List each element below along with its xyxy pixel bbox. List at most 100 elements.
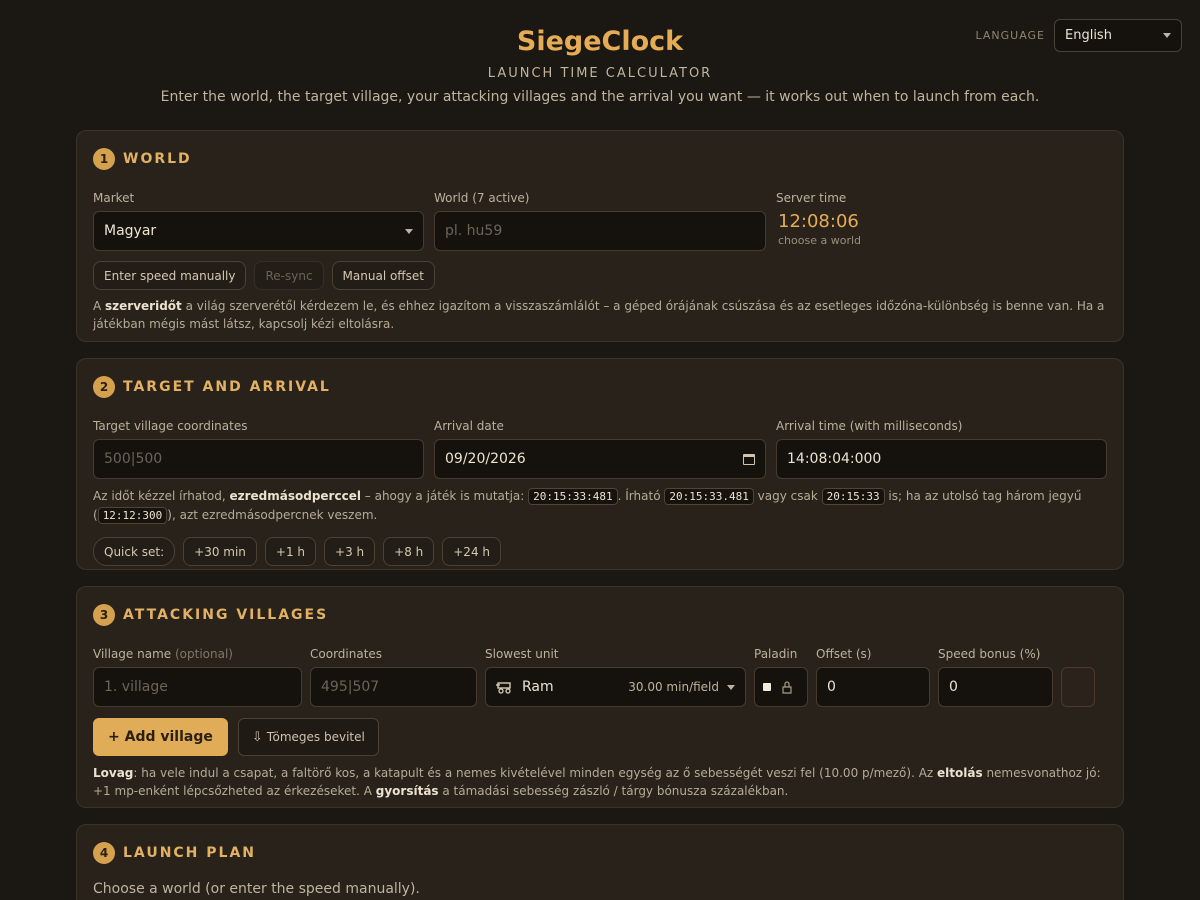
target-card-header: 2 TARGET AND ARRIVAL [93,375,1107,399]
quick-set-3h-button[interactable]: +3 h [324,537,376,566]
bulk-input-button[interactable]: ⇩ Tömeges bevitel [237,718,379,756]
speed-bonus-input[interactable]: 0 [938,667,1053,707]
note-bold: Lovag [93,766,134,780]
plan-card-header: 4 LAUNCH PLAN [93,841,1107,865]
note-text: a támadási sebesség zászló / tárgy bónus… [438,784,789,798]
paladin-icon [782,680,792,694]
unit-value: Ram [522,679,554,695]
arrival-date-label: Arrival date [434,419,504,433]
attack-note: Lovag: ha vele indul a csapat, a faltörő… [93,764,1107,800]
enter-speed-button[interactable]: Enter speed manually [93,261,247,290]
quick-set-8h-button[interactable]: +8 h [383,537,435,566]
offset-label: Offset (s) [816,647,872,661]
note-bold: ezredmásodperccel [229,489,361,503]
paladin-toggle[interactable] [754,667,808,707]
plan-card: 4 LAUNCH PLAN Choose a world (or enter t… [76,824,1124,900]
time-format-note: Az időt kézzel írhatod, ezredmásodpercce… [93,487,1107,525]
offset-input[interactable]: 0 [816,667,930,707]
target-coords-input[interactable]: 500|500 [93,439,424,479]
note-text: – ahogy a játék is mutatja: [360,489,529,503]
step-number: 3 [93,604,115,626]
note-bold: gyorsítás [375,784,439,798]
world-card-header: 1 WORLD [93,147,1107,171]
remove-village-button[interactable] [1061,667,1095,707]
world-label: World (7 active) [434,191,530,205]
page-header: SiegeClock LAUNCH TIME CALCULATOR Enter … [0,0,1200,105]
quick-set-label: Quick set: [93,537,176,566]
calendar-icon[interactable] [743,453,755,465]
add-village-button[interactable]: + Add village [93,718,228,756]
target-coords-label: Target village coordinates [93,419,248,433]
step-number: 4 [93,842,115,864]
step-number: 1 [93,148,115,170]
arrival-time-input[interactable]: 14:08:04:000 [776,439,1107,479]
note-bold: szerveridőt [105,299,182,313]
note-bold: eltolás [937,766,983,780]
format-example: 20:15:33:481 [528,488,618,505]
manual-offset-button[interactable]: Manual offset [331,261,435,290]
chevron-down-icon [1163,33,1171,38]
card-title: ATTACKING VILLAGES [123,607,329,623]
language-label: LANGUAGE [975,29,1045,42]
attack-card-header: 3 ATTACKING VILLAGES [93,603,1107,627]
language-switcher: LANGUAGE English [975,19,1182,52]
format-example: 20:15:33 [821,488,885,505]
unit-speed: 30.00 min/field [628,680,719,694]
world-note: A szerveridőt a világ szerverétől kérdez… [93,297,1107,333]
language-select[interactable]: English [1054,19,1182,52]
note-text: a világ szerverétől kérdezem le, és ehhe… [93,299,1105,331]
card-title: LAUNCH PLAN [123,845,257,861]
village-name-input[interactable]: 1. village [93,667,302,707]
app-intro: Enter the world, the target village, you… [160,89,1040,105]
step-number: 2 [93,376,115,398]
optional-hint: (optional) [174,647,233,661]
label-text: Village name [93,647,172,661]
quick-set-24h-button[interactable]: +24 h [442,537,501,566]
note-text: ), azt ezredmásodpercnek veszem. [167,508,378,522]
language-value: English [1065,28,1112,43]
note-text: . Írható [617,489,665,503]
card-title: WORLD [123,151,192,167]
card-title: TARGET AND ARRIVAL [123,379,331,395]
chevron-down-icon [727,684,735,690]
resync-button[interactable]: Re-sync [254,261,324,290]
world-input[interactable]: pl. hu59 [434,211,766,251]
village-coords-input[interactable]: 495|507 [310,667,477,707]
chevron-down-icon [405,228,413,234]
attack-card: 3 ATTACKING VILLAGES Village name (optio… [76,586,1124,808]
village-coords-label: Coordinates [310,647,383,661]
speed-bonus-value: 0 [949,679,958,695]
arrival-date-input[interactable]: 09/20/2026 [434,439,766,479]
bulk-input-label: Tömeges bevitel [266,730,365,744]
market-value: Magyar [104,223,157,239]
speed-bonus-label: Speed bonus (%) [938,647,1041,661]
offset-value: 0 [827,679,836,695]
arrival-time-value: 14:08:04:000 [787,451,882,467]
app-subtitle: LAUNCH TIME CALCULATOR [487,66,713,81]
village-name-placeholder: 1. village [104,679,168,695]
server-time: 12:08:06 [778,211,859,232]
note-text: : ha vele indul a csapat, a faltörő kos,… [133,766,938,780]
world-card: 1 WORLD Market Magyar World (7 active) p… [76,130,1124,342]
world-placeholder: pl. hu59 [445,223,503,239]
arrival-date-value: 09/20/2026 [445,451,526,467]
plan-message: Choose a world (or enter the speed manua… [93,881,420,897]
paladin-checkbox[interactable] [763,683,771,691]
paladin-label: Paladin [754,647,798,661]
target-card: 2 TARGET AND ARRIVAL Target village coor… [76,358,1124,570]
market-select[interactable]: Magyar [93,211,424,251]
ram-icon [496,682,511,694]
quick-set-1h-button[interactable]: +1 h [264,537,317,566]
unit-select[interactable]: Ram 30.00 min/field [485,667,746,707]
download-icon: ⇩ [251,729,263,745]
format-example: 20:15:33.481 [664,488,754,505]
target-coords-placeholder: 500|500 [104,451,163,467]
village-coords-placeholder: 495|507 [321,679,380,695]
quick-set-30min-button[interactable]: +30 min [183,537,257,566]
village-name-label: Village name (optional) [93,647,302,661]
spacer-label [1061,647,1095,661]
format-example: 12:12:300 [97,507,168,524]
market-label: Market [93,191,135,205]
server-time-note: choose a world [778,234,861,247]
note-text: Az időt kézzel írhatod, [93,489,230,503]
